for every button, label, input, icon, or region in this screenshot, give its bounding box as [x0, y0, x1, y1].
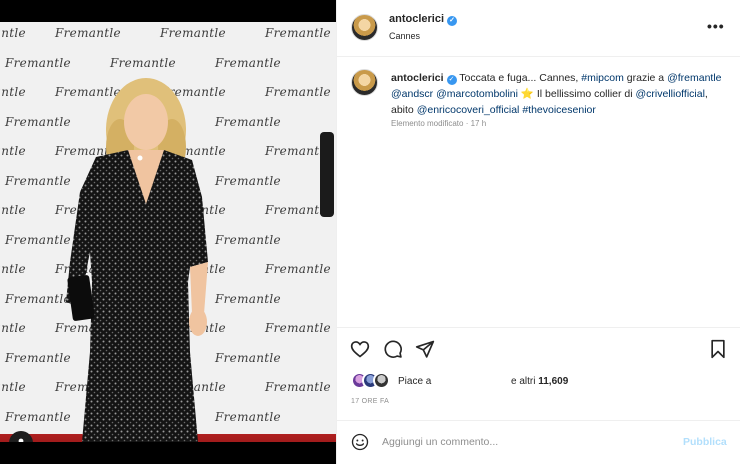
caption-username[interactable]: antoclerici — [391, 72, 444, 84]
edited-info: Elemento modificato · 17 h — [391, 119, 487, 128]
location-link[interactable]: Cannes — [389, 31, 420, 41]
mention-link[interactable]: @enricocoveri_official — [417, 104, 520, 116]
mention-link[interactable]: @crivelliofficial — [636, 88, 705, 100]
edited-time[interactable]: 17 h — [471, 119, 487, 128]
comment-button[interactable] — [383, 339, 403, 364]
bookmark-icon — [711, 339, 725, 359]
caption-text: Toccata e fuga... Cannes, — [459, 72, 579, 84]
post-media[interactable]: FremantleFremantleFremantleFremantleFrem… — [0, 0, 336, 464]
woman-figure — [66, 78, 208, 442]
star-emoji-icon: ⭐ — [520, 88, 534, 100]
post-sidebar: antoclerici ✓ Cannes ••• antoclerici ✓ Toc… — [336, 0, 740, 464]
likes-count[interactable]: 11,609 — [538, 376, 568, 387]
mention-link[interactable]: @andscr — [391, 88, 433, 100]
hashtag-link[interactable]: #mipcom — [581, 72, 624, 84]
likes-summary: Piace a e altri 11,609 — [351, 372, 731, 390]
emoji-icon — [351, 433, 369, 451]
edited-label: Elemento modificato — [391, 119, 464, 128]
more-options-icon[interactable]: ••• — [707, 18, 725, 34]
save-button[interactable] — [709, 339, 727, 364]
mention-link[interactable]: @marcotombolini — [436, 88, 518, 100]
add-comment-bar: Pubblica — [337, 421, 740, 464]
post-comment-button[interactable]: Pubblica — [683, 436, 727, 448]
like-button[interactable] — [350, 339, 370, 364]
comment-icon — [384, 340, 402, 358]
action-bar — [337, 337, 740, 361]
liker-avatar[interactable] — [373, 372, 390, 389]
share-icon — [415, 340, 435, 358]
avatar[interactable] — [351, 14, 378, 41]
media-letterbox-bottom — [0, 442, 336, 464]
post-time-ago[interactable]: 17 ORE FA — [351, 398, 389, 405]
share-button[interactable] — [415, 339, 435, 364]
mention-link[interactable]: @fremantle — [667, 72, 721, 84]
caption-avatar[interactable] — [351, 69, 378, 96]
caption-text: Il bellissimo collier di — [536, 88, 633, 100]
likes-prefix: Piace a — [398, 376, 432, 387]
media-letterbox-top — [0, 0, 336, 22]
comment-input[interactable] — [382, 433, 672, 451]
heart-icon — [350, 341, 370, 358]
caption-text: grazie a — [626, 72, 665, 84]
post-caption: antoclerici ✓ Toccata e fuga... Cannes, #… — [391, 70, 731, 118]
post-header: antoclerici ✓ Cannes ••• — [337, 0, 740, 57]
header-username[interactable]: antoclerici ✓ — [389, 13, 458, 26]
likes-others[interactable]: e altri 11,609 — [511, 376, 568, 387]
verified-badge-icon: ✓ — [446, 75, 457, 85]
verified-badge-icon: ✓ — [447, 16, 458, 26]
likes-suffix: e altri — [511, 376, 536, 387]
emoji-button[interactable] — [351, 433, 369, 456]
divider — [337, 327, 740, 328]
post-image[interactable]: FremantleFremantleFremantleFremantleFrem… — [0, 22, 336, 442]
hashtag-link[interactable]: #thevoicesenior — [522, 104, 596, 116]
username-label[interactable]: antoclerici — [389, 13, 444, 25]
